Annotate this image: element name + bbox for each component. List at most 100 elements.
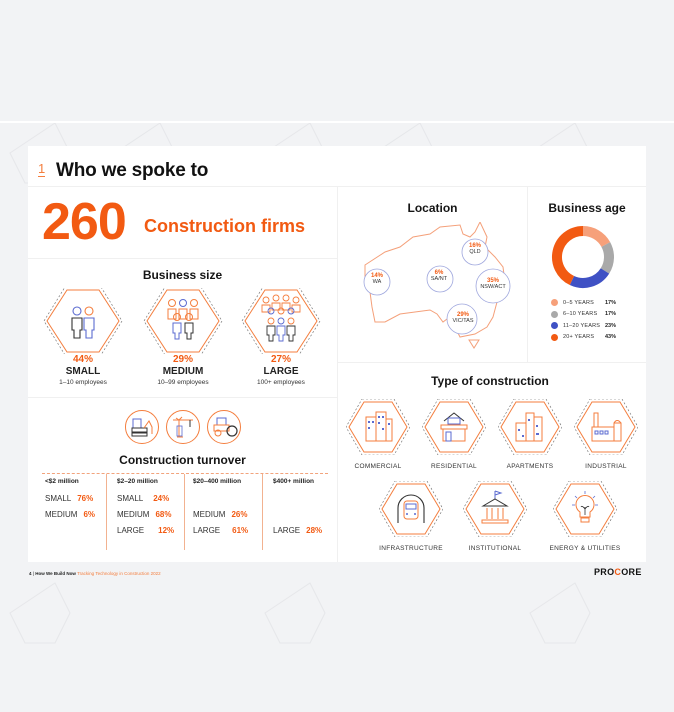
- location-title: Location: [407, 201, 458, 215]
- turnover-row-value: 6%: [83, 510, 96, 519]
- construction-type-title: Type of construction: [431, 374, 549, 388]
- size-item-medium: 29% MEDIUM 10–99 employees: [138, 288, 228, 386]
- road-roller-icon: [207, 410, 241, 444]
- size-pct: 44%: [72, 354, 93, 365]
- legend-item: 11–20 YEARS 23%: [551, 320, 616, 332]
- crowd-workers-icon: [241, 288, 321, 354]
- turnover-column-2-20m: $2–20 million SMALL 24% MEDIUM 68% LARGE 12…: [117, 478, 183, 550]
- region-name: WA: [372, 279, 382, 285]
- factory-icon: [573, 398, 639, 456]
- turnover-column-divider: [262, 474, 263, 550]
- turnover-row-label: MEDIUM: [117, 510, 150, 519]
- section-number: 1: [38, 161, 46, 177]
- business-size-title: Business size: [142, 268, 223, 282]
- turnover-column-head: $400+ million: [273, 478, 315, 485]
- type-industrial: INDUSTRIAL: [561, 398, 651, 470]
- group-workers-icon: [143, 288, 223, 354]
- turnover-row-value: 12%: [158, 526, 175, 535]
- size-name: SMALL: [65, 366, 101, 377]
- business-age-legend: 0–5 YEARS 17% 6–10 YEARS 17% 11–20 YEARS 23…: [551, 297, 616, 343]
- publication-title: How We Build Now: [35, 571, 76, 576]
- turnover-column-divider: [184, 474, 185, 550]
- publication-subtitle: Tracking Technology in Construction 2022: [77, 571, 161, 576]
- size-sub: 1–10 employees: [59, 379, 107, 386]
- legend-label: 0–5 YEARS: [563, 299, 595, 306]
- firm-count-label: Construction firms: [144, 216, 306, 236]
- size-pct: 29%: [172, 354, 193, 365]
- legend-item: 20+ YEARS 43%: [551, 332, 616, 344]
- turnover-column-400m-plus: $400+ million LARGE 28%: [273, 478, 333, 550]
- turnover-row-label: LARGE: [117, 526, 145, 535]
- legend-label: 6–10 YEARS: [563, 311, 598, 318]
- type-infrastructure: INFRASTRUCTURE: [366, 480, 456, 552]
- size-item-small: 44% SMALL 1–10 employees: [38, 288, 128, 386]
- location-divider: [527, 186, 528, 362]
- firm-count: 260: [42, 193, 127, 251]
- turnover-row: MEDIUM 6%: [45, 510, 95, 519]
- donut-segment-0: [582, 226, 611, 248]
- legend-swatch: [551, 310, 558, 318]
- lightbulb-icon: [552, 480, 618, 538]
- logo-part: ORE: [621, 567, 642, 577]
- turnover-column-head: $20–400 million: [193, 478, 242, 485]
- region-vic-tas: 29% VIC/TAS: [446, 312, 480, 324]
- legend-label: 20+ YEARS: [563, 334, 595, 341]
- turnover-row-label: LARGE: [193, 526, 221, 535]
- turnover-row-value: 61%: [232, 526, 249, 535]
- size-divider: [28, 397, 337, 398]
- size-sub: 10–99 employees: [157, 379, 209, 386]
- footer-separator: |: [32, 571, 34, 576]
- type-energy-utilities: ENERGY & UTILITIES: [540, 480, 630, 552]
- legend-item: 0–5 YEARS 17%: [551, 297, 616, 309]
- turnover-row-value: 68%: [155, 510, 172, 519]
- turnover-row-label: LARGE: [273, 526, 301, 535]
- donut-segment-2: [569, 267, 610, 288]
- procore-logo: PROCORE: [594, 567, 642, 577]
- legend-label: 11–20 YEARS: [563, 322, 601, 329]
- type-institutional: INSTITUTIONAL: [450, 480, 540, 552]
- region-nsw-act: 35% NSW/ACT: [476, 278, 510, 290]
- turnover-row-value: 24%: [153, 494, 170, 503]
- house-icon: [421, 398, 487, 456]
- headline-divider: [28, 258, 337, 259]
- donut-segment-1: [600, 242, 614, 274]
- turnover-column-lt2m: <$2 million SMALL 76% MEDIUM 6%: [45, 478, 105, 550]
- region-name: QLD: [469, 249, 481, 255]
- type-label: ENERGY & UTILITIES: [549, 545, 621, 552]
- size-item-large: 27% LARGE 100+ employees: [236, 288, 326, 386]
- excavator-icon: [125, 410, 159, 444]
- turnover-row: SMALL 76%: [45, 494, 93, 503]
- turnover-title: Construction turnover: [119, 453, 246, 467]
- legend-value: 43%: [605, 334, 617, 341]
- legend-value: 17%: [605, 311, 617, 318]
- legend-value: 23%: [605, 322, 617, 329]
- turnover-row: MEDIUM 26%: [193, 510, 247, 519]
- column-divider: [337, 186, 338, 562]
- two-workers-icon: [43, 288, 123, 354]
- turnover-column-head: <$2 million: [45, 478, 79, 485]
- legend-item: 6–10 YEARS 17%: [551, 309, 616, 321]
- legend-value: 17%: [605, 299, 617, 306]
- type-label: INFRASTRUCTURE: [379, 545, 443, 552]
- legend-swatch: [551, 322, 558, 330]
- region-name: VIC/TAS: [452, 318, 474, 324]
- turnover-row-value: 26%: [231, 510, 248, 519]
- turnover-row-label: SMALL: [45, 494, 72, 503]
- turnover-row-value: 76%: [77, 494, 94, 503]
- train-tunnel-icon: [378, 480, 444, 538]
- turnover-row-label: MEDIUM: [45, 510, 78, 519]
- location-bottom-divider: [337, 362, 646, 363]
- turnover-row: LARGE 61%: [193, 526, 248, 535]
- office-building-icon: [345, 398, 411, 456]
- size-name: LARGE: [263, 366, 299, 377]
- type-label: INDUSTRIAL: [585, 463, 627, 470]
- turnover-row-value: 28%: [306, 526, 323, 535]
- page-number: 4: [29, 571, 32, 576]
- turnover-column-20-400m: $20–400 million MEDIUM 26% LARGE 61%: [193, 478, 261, 550]
- crane-icon: [166, 410, 200, 444]
- institution-building-icon: [462, 480, 528, 538]
- region-wa: 14% WA: [362, 273, 392, 285]
- section-title: Who we spoke to: [56, 160, 209, 181]
- turnover-row: MEDIUM 68%: [117, 510, 171, 519]
- region-sa-nt: 6% SA/NT: [423, 270, 455, 282]
